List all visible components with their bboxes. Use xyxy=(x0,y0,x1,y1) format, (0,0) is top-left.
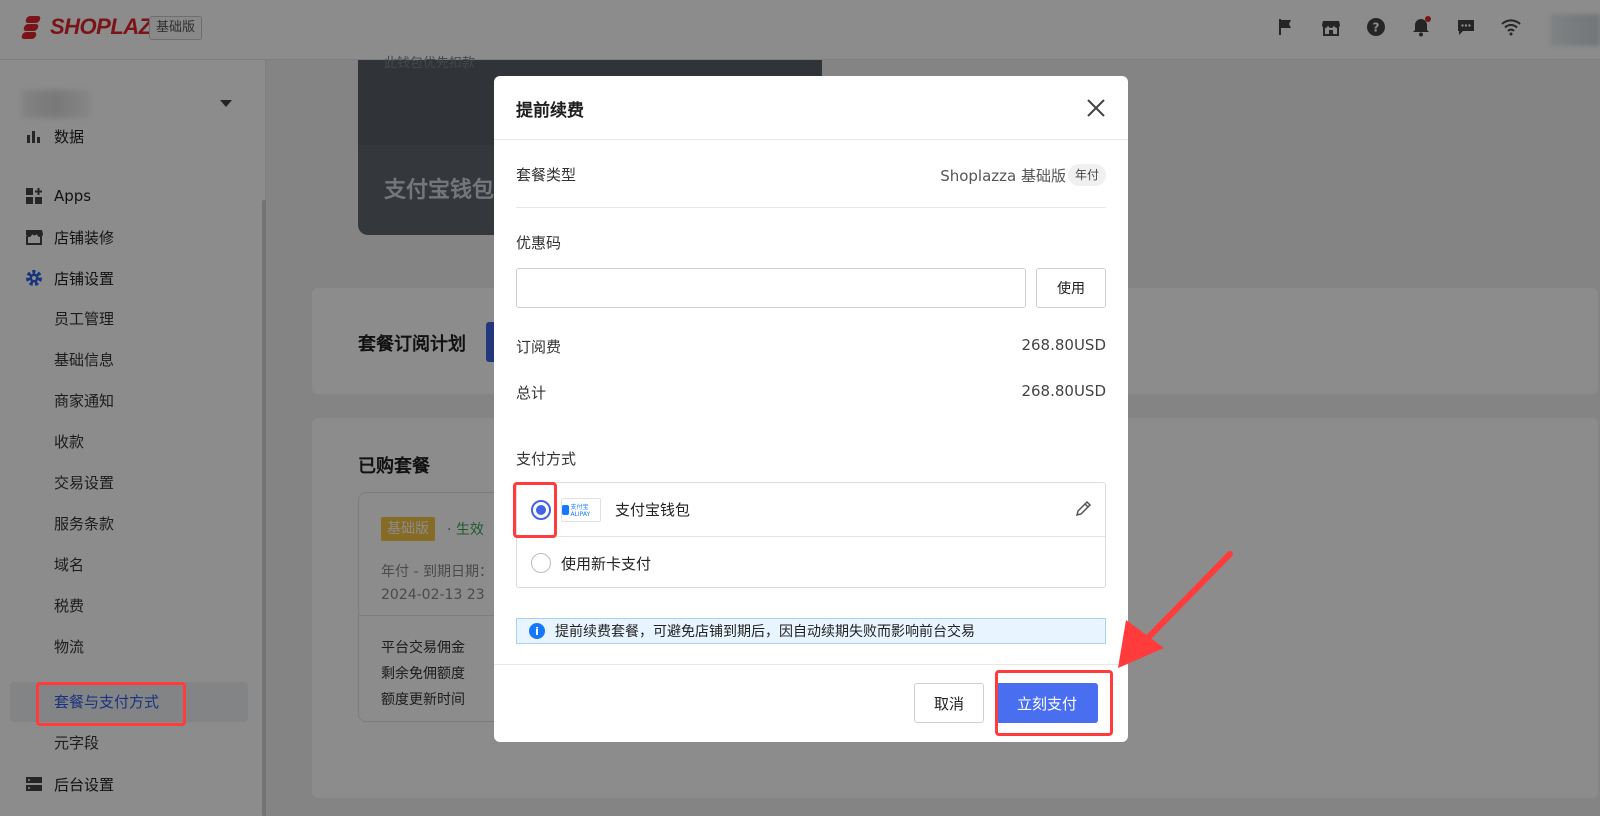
annotation-highlight-sidebar xyxy=(36,682,186,726)
coupon-input[interactable] xyxy=(516,268,1026,308)
total-value: 268.80USD xyxy=(1021,382,1106,400)
payment-option-label: 使用新卡支付 xyxy=(561,554,652,573)
annotation-arrow-icon xyxy=(1118,551,1233,668)
payment-option-new-card[interactable]: 使用新卡支付 xyxy=(517,536,1105,589)
edit-icon[interactable] xyxy=(1073,499,1093,519)
modal-header: 提前续费 xyxy=(494,76,1128,140)
annotation-highlight-radio xyxy=(513,482,557,538)
info-icon: i xyxy=(529,623,545,639)
cancel-button[interactable]: 取消 xyxy=(914,683,984,723)
subscription-fee-label: 订阅费 xyxy=(516,338,562,356)
annotation-highlight-pay-button xyxy=(995,670,1113,736)
renew-modal: 提前续费 套餐类型 Shoplazza 基础版 年付 优惠码 使用 订阅费 26… xyxy=(494,76,1128,742)
use-coupon-button[interactable]: 使用 xyxy=(1036,268,1106,308)
close-icon xyxy=(1087,99,1105,117)
billing-cycle-tag: 年付 xyxy=(1067,164,1106,186)
alipay-logo-icon: 支付宝 ALIPAY xyxy=(561,497,601,522)
close-button[interactable] xyxy=(1082,94,1110,122)
package-type-label: 套餐类型 xyxy=(516,166,577,184)
alipay-logo-text: 支付宝 ALIPAY xyxy=(570,503,591,518)
package-name: Shoplazza 基础版 xyxy=(940,166,1066,185)
subscription-fee-value: 268.80USD xyxy=(1021,336,1106,354)
total-label: 总计 xyxy=(516,384,547,402)
payment-method-label: 支付方式 xyxy=(516,450,577,468)
payment-option-alipay[interactable]: 支付宝 ALIPAY 支付宝钱包 xyxy=(517,483,1105,536)
renewal-notice: i 提前续费套餐，可避免店铺到期后，因自动续期失败而影响前台交易 xyxy=(516,618,1106,644)
coupon-label: 优惠码 xyxy=(516,234,562,252)
modal-title: 提前续费 xyxy=(516,101,584,121)
package-type-value: Shoplazza 基础版 年付 xyxy=(940,164,1106,186)
new-card-radio[interactable] xyxy=(531,553,551,573)
notice-text: 提前续费套餐，可避免店铺到期后，因自动续期失败而影响前台交易 xyxy=(555,624,975,640)
payment-option-label: 支付宝钱包 xyxy=(615,501,691,519)
payment-options: 支付宝 ALIPAY 支付宝钱包 使用新卡支付 xyxy=(516,482,1106,588)
